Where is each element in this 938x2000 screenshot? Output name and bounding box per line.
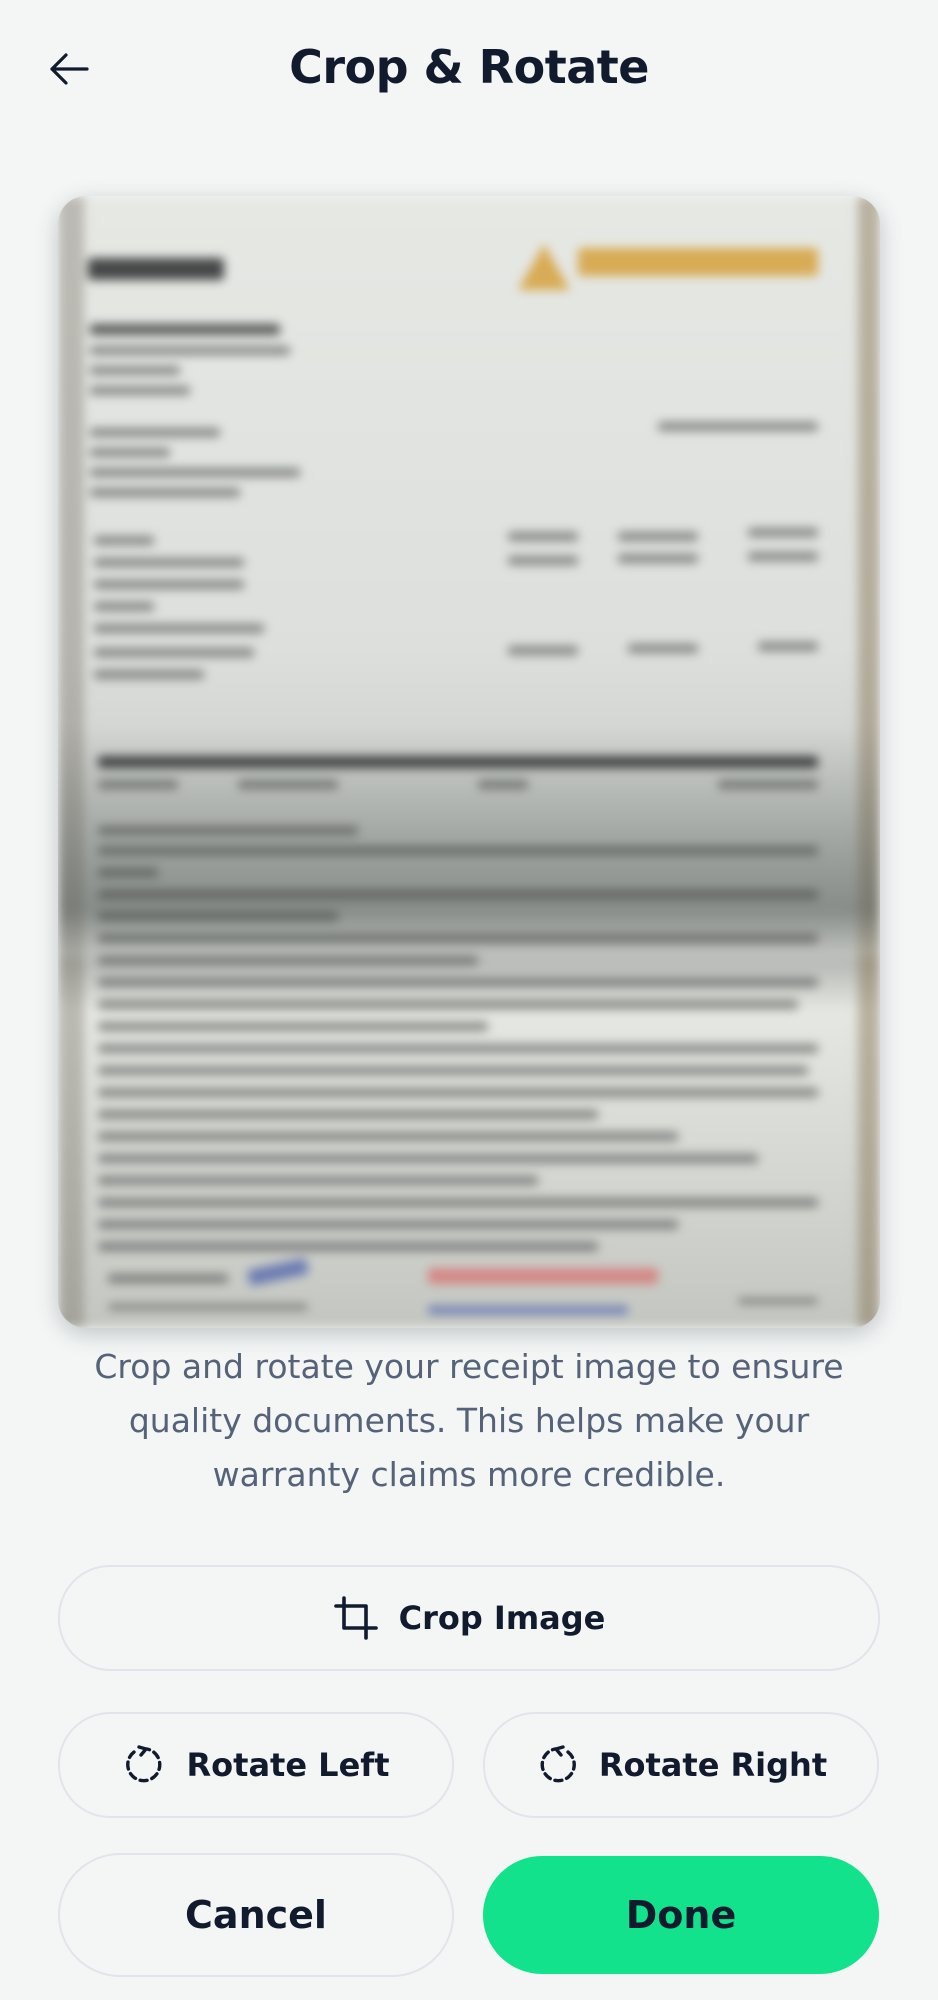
cancel-button[interactable]: Cancel <box>58 1853 454 1977</box>
app-header: Crop & Rotate <box>0 0 938 140</box>
rotate-left-button[interactable]: Rotate Left <box>58 1712 454 1818</box>
crop-icon <box>333 1595 379 1641</box>
instruction-text: Crop and rotate your receipt image to en… <box>94 1347 844 1494</box>
done-button[interactable]: Done <box>483 1856 879 1974</box>
rotate-right-icon <box>535 1743 579 1787</box>
rotate-left-label: Rotate Left <box>186 1746 390 1784</box>
receipt-image-preview <box>58 196 880 1328</box>
receipt-image <box>58 196 880 1328</box>
rotate-left-icon <box>123 1743 167 1787</box>
rotate-right-label: Rotate Right <box>598 1746 828 1784</box>
page-title: Crop & Rotate <box>289 40 649 94</box>
rotate-right-button[interactable]: Rotate Right <box>483 1712 879 1818</box>
crop-image-button[interactable]: Crop Image <box>58 1565 880 1671</box>
crop-image-label: Crop Image <box>398 1599 606 1637</box>
